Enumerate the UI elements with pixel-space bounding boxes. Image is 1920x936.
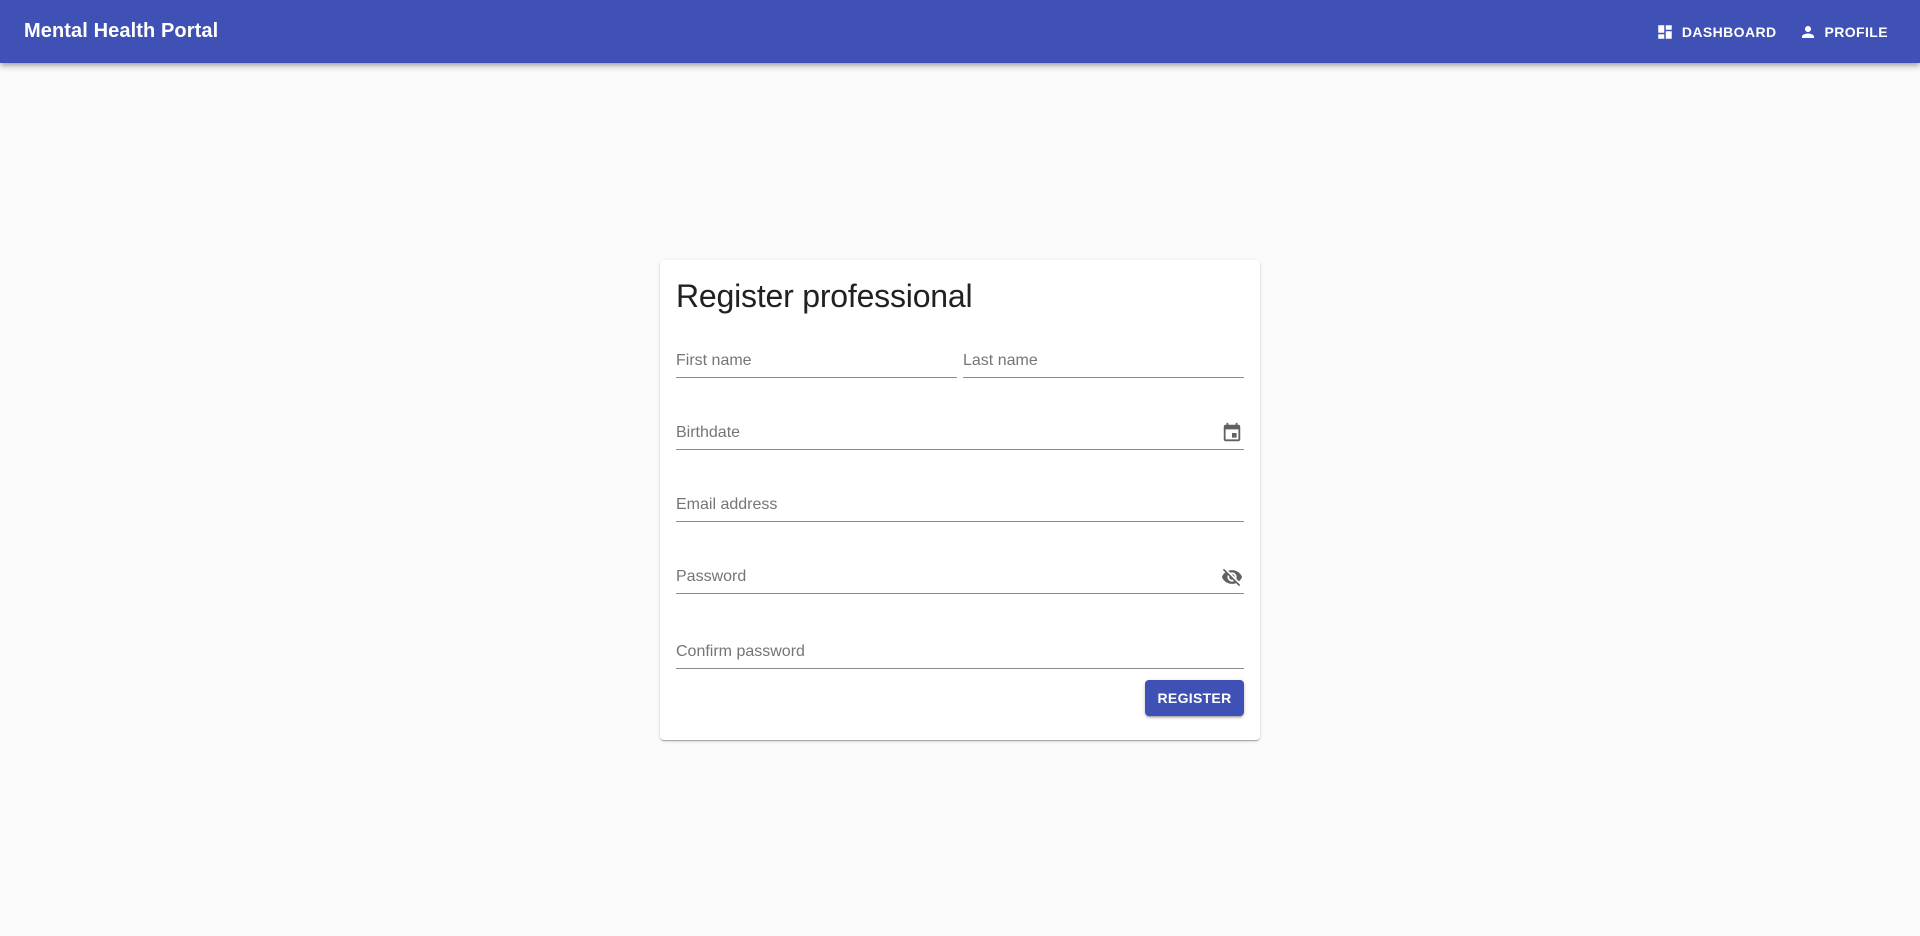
register-button[interactable]: REGISTER: [1145, 680, 1244, 716]
password-field: [676, 560, 1244, 594]
app-toolbar: Mental Health Portal DASHBOARD PROFILE: [0, 0, 1920, 63]
last-name-input[interactable]: [963, 346, 1244, 375]
top-nav: DASHBOARD PROFILE: [1648, 15, 1896, 49]
birthdate-input[interactable]: [676, 418, 1220, 447]
first-name-field: [676, 344, 957, 378]
profile-button[interactable]: PROFILE: [1791, 15, 1896, 49]
password-input[interactable]: [676, 562, 1220, 591]
last-name-field: [963, 344, 1244, 378]
dashboard-label: DASHBOARD: [1681, 23, 1777, 40]
birthdate-field: [676, 416, 1244, 450]
confirm-password-input[interactable]: [676, 637, 1244, 666]
register-card: Register professional REGISTER: [660, 260, 1260, 740]
email-input[interactable]: [676, 490, 1244, 519]
confirm-password-field: [676, 635, 1244, 669]
dashboard-icon: [1658, 24, 1672, 39]
first-name-input[interactable]: [676, 346, 957, 375]
person-icon: [1801, 25, 1814, 38]
profile-label: PROFILE: [1824, 23, 1888, 40]
calendar-icon[interactable]: [1220, 421, 1244, 445]
dashboard-button[interactable]: DASHBOARD: [1648, 15, 1785, 49]
email-field: [676, 488, 1244, 522]
app-title: Mental Health Portal: [24, 20, 219, 42]
visibility-off-icon[interactable]: [1220, 565, 1244, 589]
page-title: Register professional: [676, 278, 973, 314]
